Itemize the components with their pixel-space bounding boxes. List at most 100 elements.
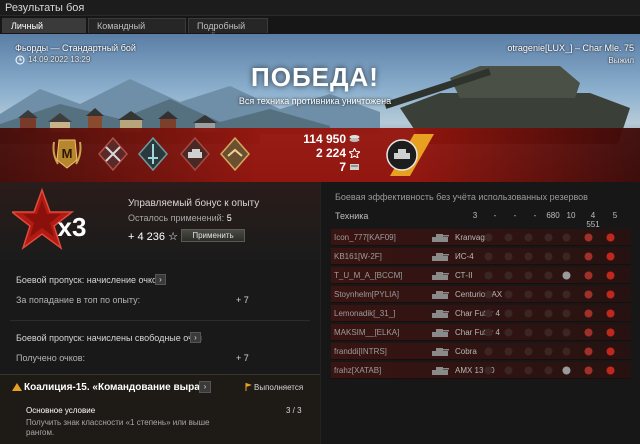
battle-totals: 114 950 2 224 7 [290,132,360,174]
mastery-badge-letter: М [62,146,73,161]
kill-icon [606,366,615,375]
bonus-xp-amount: + 4 236 [128,231,166,243]
free-xp-icon [350,164,359,170]
kill-icon [606,233,615,242]
damage-icon [584,328,593,337]
block-icon [524,233,533,242]
module-icon [562,309,571,318]
tab-bar: Личный результат Командный результат Под… [0,16,640,41]
spotting-icon [484,328,493,337]
column-value: 680 [546,211,560,220]
map-mode-label: Фьорды — Стандартный бой [15,43,136,53]
apply-bonus-button[interactable]: Применить [181,229,245,242]
spotting-icon [484,290,493,299]
table-row[interactable]: Icon_777[KAF09] Kranvagn [331,229,631,246]
player-vehicle-label: otragenie[LUX_] – Char Mle. 75 [507,43,634,53]
block-icon [524,366,533,375]
experience-total: 2 224 [290,146,360,160]
tank-icon [432,272,449,280]
tank-icon [432,348,449,356]
damage-icon [584,309,593,318]
player-name: KB161[W-2F] [334,252,382,261]
player-name: Lemonadik[_31_] [334,309,396,318]
crit-icon [544,328,553,337]
column-value: - [533,211,537,220]
column-value: 4 551 [586,211,600,229]
assist-icon [504,366,513,375]
efficiency-title: Боевая эффективность без учёта использов… [335,192,588,202]
vehicle-emblem-icon [386,134,434,176]
column-value: - [513,211,517,220]
assist-icon [504,347,513,356]
bonus-xp-value: + 4 236 ☆ [128,230,178,243]
victory-subtitle: Вся техника противника уничтожена [238,96,392,106]
section-divider [10,320,310,321]
module-icon [562,347,571,356]
award-crossed-guns-icon [98,136,128,172]
credits-icon [349,135,360,142]
quest-block: Коалиция-15. «Командование выра... › Вып… [0,374,320,444]
damage-icon [584,252,593,261]
player-name: T_U_M_A_[BCCM] [334,271,403,280]
table-row[interactable]: KB161[W-2F] ИС-4 [331,248,631,265]
credits-total: 114 950 [290,132,360,146]
damage-icon [584,271,593,280]
battle-pass-points-title: Боевой пропуск: начисление очков [16,275,162,285]
player-name: frahz[XATAB] [334,366,382,375]
kill-icon [606,252,615,261]
column-value: 5 [612,211,618,220]
quest-info-button[interactable]: › [199,381,211,393]
vehicle-name: Centurion AX [455,290,503,299]
tank-icon [432,367,449,375]
crit-icon [544,309,553,318]
top-xp-label: За попадание в топ по опыту: [16,295,141,305]
tab-personal-result[interactable]: Личный результат [2,18,86,41]
table-row[interactable]: Stoynhelm[PYLIA] Centurion AX [331,286,631,303]
table-row[interactable]: MAKSIM__[ELKA] Char Futur 4 [331,324,631,341]
xp-bonus-block: x3 Управляемый бонус к опыту Осталось пр… [0,182,320,260]
personal-results-panel: x3 Управляемый бонус к опыту Осталось пр… [0,182,320,444]
crit-icon [544,290,553,299]
table-row[interactable]: franddi[INTRS] Cobra [331,343,631,360]
block-icon [524,252,533,261]
kill-icon [606,347,615,356]
damage-icon [584,347,593,356]
tab-team-result[interactable]: Командный результат [88,18,186,41]
experience-star-icon [349,148,360,158]
column-value: - [493,211,497,220]
crit-icon [544,233,553,242]
column-value: 10 [566,211,576,220]
assist-icon [504,309,513,318]
battle-pass-points-info-button[interactable]: › [155,274,166,285]
bonus-remaining-value: 5 [226,213,232,223]
condition-text: Получить знак классности «1 степень» или… [26,418,210,437]
block-icon [524,271,533,280]
chevron-up-icon[interactable] [12,383,22,391]
block-icon [524,290,533,299]
vehicle-column-header: Техника [335,211,369,221]
kill-icon [606,309,615,318]
crit-icon [544,252,553,261]
block-icon [524,328,533,337]
crit-icon [544,271,553,280]
kill-icon [606,271,615,280]
vehicle-name: СТ-II [455,271,473,280]
table-row[interactable]: Lemonadik[_31_] Char Futur 4 [331,305,631,322]
quest-status: Выполняется [254,383,304,392]
crit-icon [544,347,553,356]
tab-detailed-report[interactable]: Подробный отчёт [188,18,268,41]
table-row[interactable]: frahz[XATAB] AMX 13 90 [331,362,631,379]
bonus-multiplier: x3 [58,212,87,242]
tank-icon [432,253,449,261]
tank-icon [432,234,449,242]
credits-value: 114 950 [303,132,346,146]
table-row[interactable]: T_U_M_A_[BCCM] СТ-II [331,267,631,284]
battle-pass-free-title: Боевой пропуск: начислены свободные очки [16,333,202,343]
battle-date: 14.09.2022 13:29 [28,55,91,64]
experience-value: 2 224 [315,146,346,160]
module-icon [562,252,571,261]
module-icon [562,366,571,375]
spotting-icon [484,271,493,280]
assist-icon [504,328,513,337]
battle-pass-free-info-button[interactable]: › [190,332,201,343]
